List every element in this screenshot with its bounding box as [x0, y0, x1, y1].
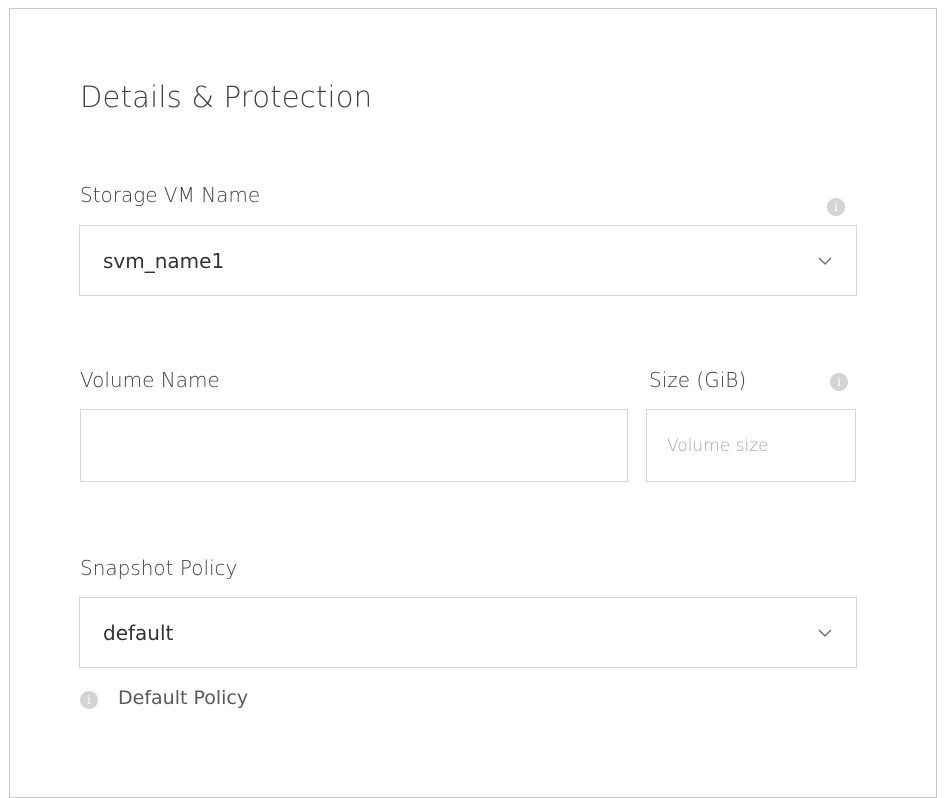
snapshot-policy-label: Snapshot Policy: [80, 556, 238, 580]
snapshot-policy-note: Default Policy: [118, 687, 249, 709]
details-protection-panel: [9, 8, 937, 798]
storage-vm-label: Storage VM Name: [80, 183, 261, 207]
section-title: Details & Protection: [80, 80, 373, 114]
chevron-down-icon: [818, 257, 832, 265]
snapshot-policy-info-icon[interactable]: i: [80, 691, 98, 709]
storage-vm-info-icon[interactable]: i: [827, 198, 845, 216]
chevron-down-icon: [818, 629, 832, 637]
snapshot-policy-selected-value: default: [103, 620, 174, 645]
volume-size-input[interactable]: [646, 409, 856, 482]
size-info-icon[interactable]: i: [830, 373, 848, 391]
snapshot-policy-select[interactable]: default: [79, 597, 857, 668]
volume-name-input[interactable]: [80, 409, 628, 482]
volume-name-label: Volume Name: [80, 368, 220, 392]
storage-vm-select[interactable]: svm_name1: [79, 225, 857, 296]
size-label: Size (GiB): [649, 368, 747, 392]
storage-vm-selected-value: svm_name1: [103, 248, 225, 273]
